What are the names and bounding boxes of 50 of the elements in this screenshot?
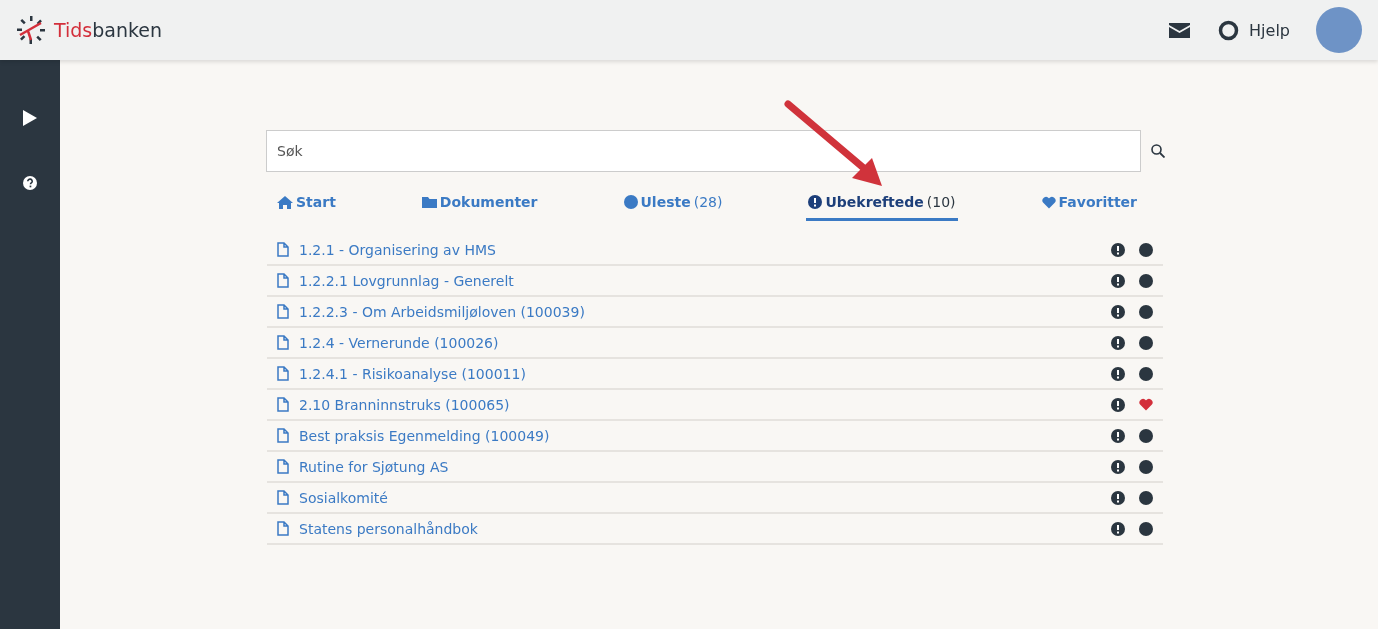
tab[interactable]: Ubekreftede (10) bbox=[806, 192, 958, 221]
document-link[interactable]: Best praksis Egenmelding (100049) bbox=[299, 427, 1101, 444]
document-link[interactable]: 1.2.2.1 Lovgrunnlag - Generelt bbox=[299, 272, 1101, 289]
heart-icon bbox=[1041, 195, 1056, 209]
document-icon bbox=[277, 459, 289, 474]
document-icon bbox=[277, 273, 289, 288]
document-icon bbox=[277, 428, 289, 443]
exclamation-circle-icon bbox=[1111, 428, 1125, 443]
play-icon[interactable] bbox=[23, 110, 37, 126]
mail-icon[interactable] bbox=[1169, 22, 1191, 38]
exclamation-circle-icon bbox=[1111, 459, 1125, 474]
document-link[interactable]: 1.2.1 - Organisering av HMS bbox=[299, 241, 1101, 258]
brand-name: Tidsbanken bbox=[54, 19, 163, 41]
document-icon bbox=[277, 397, 289, 412]
folder-icon bbox=[421, 196, 437, 208]
lifebuoy-icon bbox=[1218, 19, 1240, 41]
exclamation-circle-icon bbox=[1111, 242, 1125, 257]
search-icon[interactable] bbox=[1151, 144, 1165, 158]
document-icon bbox=[277, 304, 289, 319]
document-link[interactable]: 1.2.2.3 - Om Arbeidsmiljøloven (100039) bbox=[299, 303, 1101, 320]
document-icon bbox=[277, 335, 289, 350]
document-link[interactable]: 1.2.4.1 - Risikoanalyse (100011) bbox=[299, 365, 1101, 382]
exclamation-circle-icon bbox=[1111, 366, 1125, 381]
tab[interactable]: Uleste (28) bbox=[621, 192, 725, 221]
document-icon bbox=[277, 490, 289, 505]
document-link[interactable]: 1.2.4 - Vernerunde (100026) bbox=[299, 334, 1101, 351]
exclamation-circle-icon bbox=[1111, 273, 1125, 288]
tab[interactable]: Dokumenter bbox=[419, 192, 540, 221]
exclamation-circle-icon bbox=[1111, 335, 1125, 350]
clock-logo-icon bbox=[16, 15, 46, 45]
help-button[interactable]: Hjelp bbox=[1218, 19, 1290, 41]
document-icon bbox=[277, 242, 289, 257]
document-link[interactable]: Statens personalhåndbok bbox=[299, 520, 1101, 537]
circle-icon bbox=[623, 195, 638, 209]
user-avatar[interactable] bbox=[1316, 7, 1362, 53]
document-link[interactable]: Rutine for Sjøtung AS bbox=[299, 458, 1101, 475]
question-circle-icon[interactable] bbox=[23, 176, 37, 190]
home-icon bbox=[277, 195, 293, 209]
document-icon bbox=[277, 366, 289, 381]
document-link[interactable]: 2.10 Branninnstruks (100065) bbox=[299, 396, 1101, 413]
exclamation-circle-icon bbox=[1111, 397, 1125, 412]
tab[interactable]: Start bbox=[275, 192, 338, 221]
exclamation-circle-icon bbox=[1111, 521, 1125, 536]
tab[interactable]: Favoritter bbox=[1039, 192, 1139, 221]
document-link[interactable]: Sosialkomité bbox=[299, 489, 1101, 506]
search-field[interactable]: Søk bbox=[266, 130, 1141, 172]
exclamation-circle-icon bbox=[1111, 490, 1125, 505]
exclamation-circle-icon bbox=[1111, 304, 1125, 319]
document-icon bbox=[277, 521, 289, 536]
exclamation-circle-icon bbox=[808, 195, 823, 209]
